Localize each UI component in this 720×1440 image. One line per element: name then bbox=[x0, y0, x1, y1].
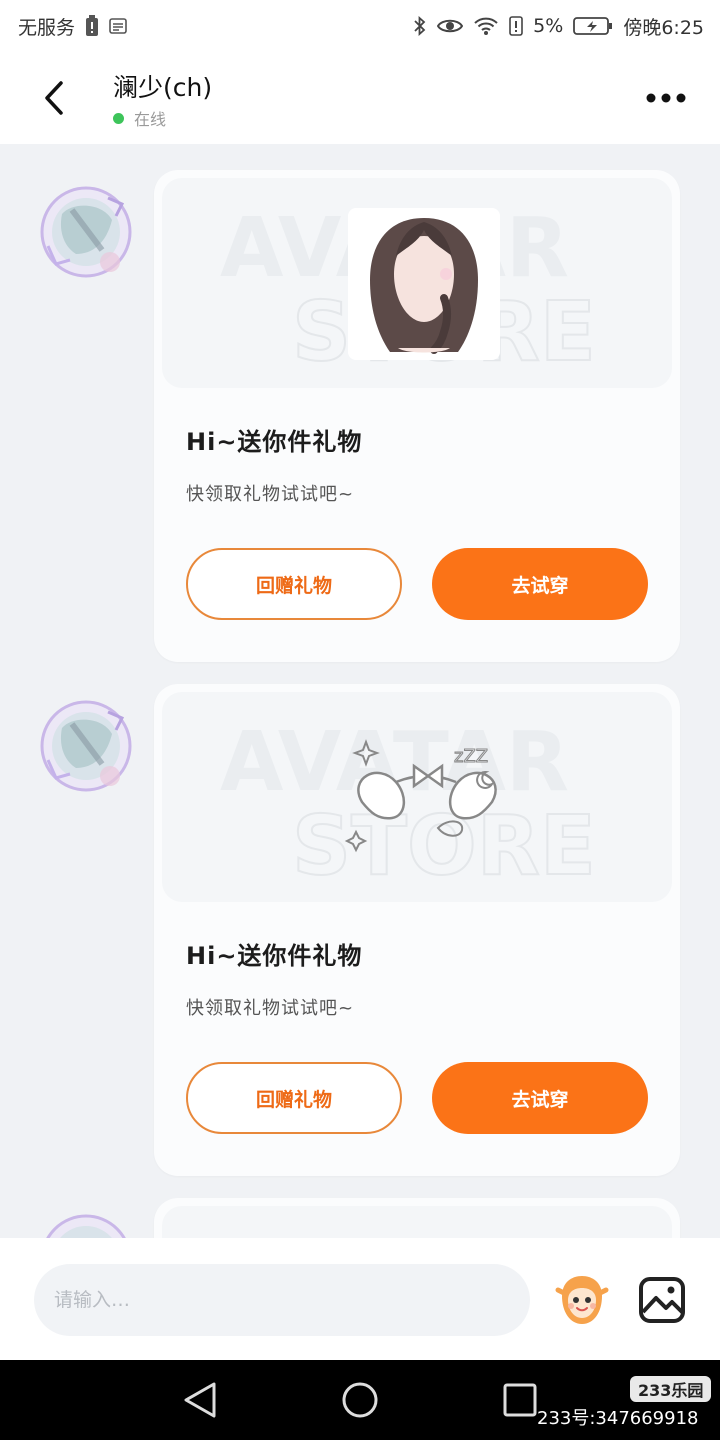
circle-home-icon bbox=[342, 1382, 378, 1418]
carrier-label: 无服务 bbox=[18, 16, 76, 39]
system-nav-bar: 233乐园 233号:347669918 bbox=[0, 1360, 720, 1440]
sender-avatar[interactable] bbox=[38, 184, 134, 280]
account-id: 233号:347669918 bbox=[537, 1408, 699, 1429]
image-icon bbox=[639, 1277, 685, 1323]
image-picker-button[interactable] bbox=[638, 1276, 686, 1324]
presence-status: 在线 bbox=[113, 106, 166, 130]
back-button[interactable] bbox=[30, 74, 78, 122]
chat-header: 澜少(ch) 在线 bbox=[0, 52, 720, 144]
more-dots-icon bbox=[646, 93, 686, 103]
wifi-icon bbox=[473, 16, 499, 36]
message-input-bar bbox=[0, 1238, 720, 1360]
square-recents-icon bbox=[503, 1383, 537, 1417]
notification-icon bbox=[109, 17, 127, 35]
card-subtitle: 快领取礼物试试吧~ bbox=[186, 484, 355, 505]
emoji-button[interactable] bbox=[554, 1274, 610, 1326]
nav-home-button[interactable] bbox=[340, 1380, 380, 1424]
gift-banner: AVATAR STORE zZZ bbox=[162, 692, 672, 902]
clock: 傍晚6:25 bbox=[623, 16, 704, 39]
try-on-button[interactable]: 去试穿 bbox=[432, 548, 648, 620]
eye-comfort-icon bbox=[437, 17, 464, 35]
battery-charging-icon bbox=[573, 16, 613, 36]
more-options-button[interactable] bbox=[642, 80, 690, 116]
presence-label: 在线 bbox=[134, 110, 167, 129]
status-bar: 无服务 5% 傍晚6:25 bbox=[0, 0, 720, 52]
gift-banner bbox=[162, 1206, 672, 1238]
gift-banner: AVATAR STORE bbox=[162, 178, 672, 388]
svg-text:zZZ: zZZ bbox=[454, 746, 488, 767]
sim-alert-icon bbox=[509, 16, 523, 36]
online-dot bbox=[113, 112, 124, 124]
battery-percent: 5% bbox=[533, 15, 564, 37]
gift-card: AVATAR STORE Hi~送你件礼物 快领取礼物试试吧~ bbox=[154, 170, 680, 662]
bluetooth-icon bbox=[413, 15, 427, 37]
sender-avatar[interactable] bbox=[38, 1212, 134, 1238]
card-subtitle: 快领取礼物试试吧~ bbox=[186, 998, 355, 1019]
gift-card: AVATAR STORE zZZ Hi~送你件礼物 快领取礼物试试吧~ 回赠礼物 bbox=[154, 684, 680, 1176]
message-list[interactable]: AVATAR STORE Hi~送你件礼物 快领取礼物试试吧~ bbox=[0, 144, 720, 1238]
brand-badge: 233乐园 bbox=[630, 1376, 712, 1402]
chevron-left-icon bbox=[45, 81, 63, 115]
sleep-mask-icon: zZZ bbox=[344, 739, 497, 853]
card-title: Hi~送你件礼物 bbox=[186, 942, 363, 970]
triangle-back-icon bbox=[184, 1382, 216, 1418]
card-title: Hi~送你件礼物 bbox=[186, 428, 363, 456]
message-input[interactable] bbox=[34, 1264, 530, 1336]
nav-recents-button[interactable] bbox=[502, 1382, 538, 1422]
hairstyle-icon bbox=[348, 208, 500, 360]
mascot-emoji-icon bbox=[555, 1276, 609, 1324]
try-on-button[interactable]: 去试穿 bbox=[432, 1062, 648, 1134]
nav-back-button[interactable] bbox=[182, 1380, 218, 1424]
battery-alert-icon bbox=[85, 15, 99, 37]
gift-card bbox=[154, 1198, 680, 1238]
contact-name: 澜少(ch) bbox=[113, 73, 213, 102]
return-gift-button[interactable]: 回赠礼物 bbox=[186, 548, 402, 620]
return-gift-button[interactable]: 回赠礼物 bbox=[186, 1062, 402, 1134]
sender-avatar[interactable] bbox=[38, 698, 134, 794]
